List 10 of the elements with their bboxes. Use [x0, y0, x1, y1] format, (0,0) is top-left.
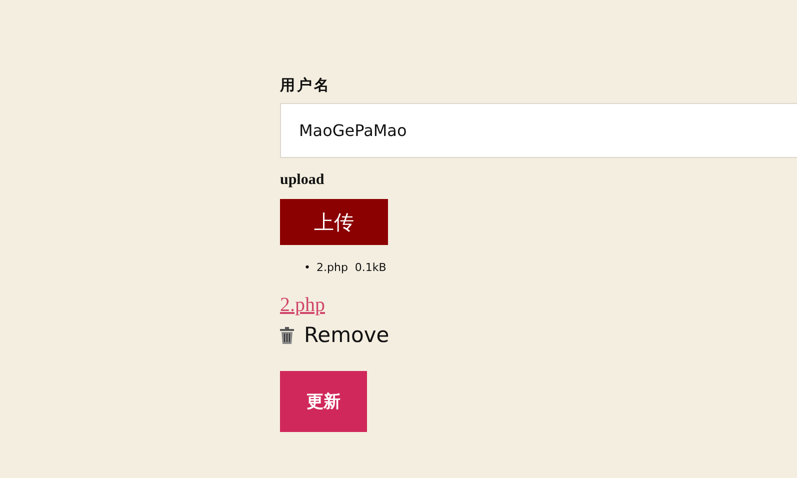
file-list-item: 2.php 0.1kB: [316, 261, 386, 274]
field-label: upload: [280, 172, 324, 189]
file-link[interactable]: 2.php: [280, 294, 325, 317]
upload-button[interactable]: 上传: [280, 199, 388, 245]
username-field[interactable]: MaoGePaMao: [280, 103, 797, 158]
remove-button[interactable]: Remove: [280, 323, 390, 347]
trash-icon: [280, 326, 294, 344]
submit-button[interactable]: 更新: [280, 371, 367, 432]
bullet: •: [304, 261, 310, 274]
field-label: 用户名: [280, 75, 331, 96]
